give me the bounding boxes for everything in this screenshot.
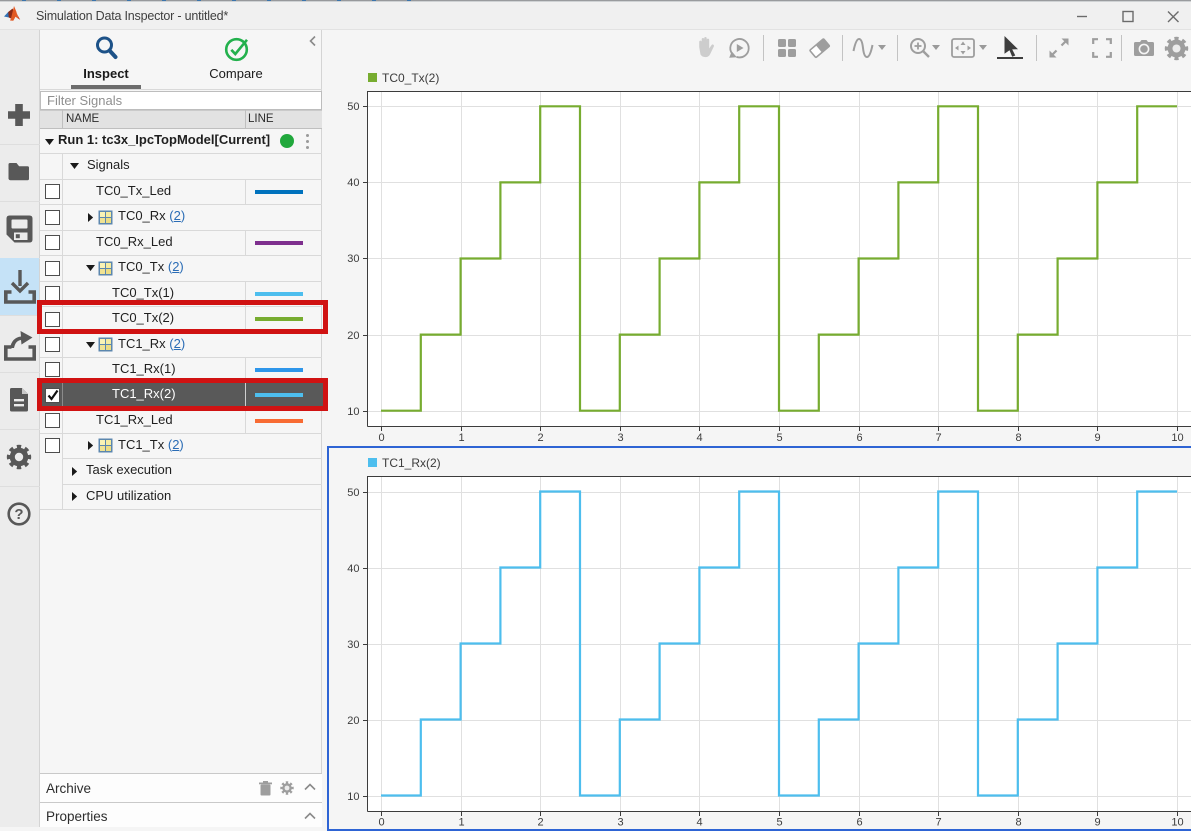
svg-text:0: 0 — [378, 432, 384, 444]
svg-text:50: 50 — [347, 101, 359, 113]
svg-text:3: 3 — [617, 432, 623, 444]
svg-text:10: 10 — [1171, 432, 1183, 444]
svg-text:7: 7 — [935, 432, 941, 444]
svg-text:6: 6 — [856, 432, 862, 444]
svg-text:1: 1 — [458, 432, 464, 444]
svg-text:5: 5 — [776, 432, 782, 444]
svg-text:40: 40 — [347, 177, 359, 189]
svg-text:30: 30 — [347, 253, 359, 265]
svg-text:10: 10 — [347, 406, 359, 418]
svg-text:8: 8 — [1015, 432, 1021, 444]
svg-text:?: ? — [14, 506, 23, 523]
svg-text:20: 20 — [347, 330, 359, 342]
svg-text:2: 2 — [537, 432, 543, 444]
svg-text:9: 9 — [1094, 432, 1100, 444]
svg-text:4: 4 — [696, 432, 702, 444]
